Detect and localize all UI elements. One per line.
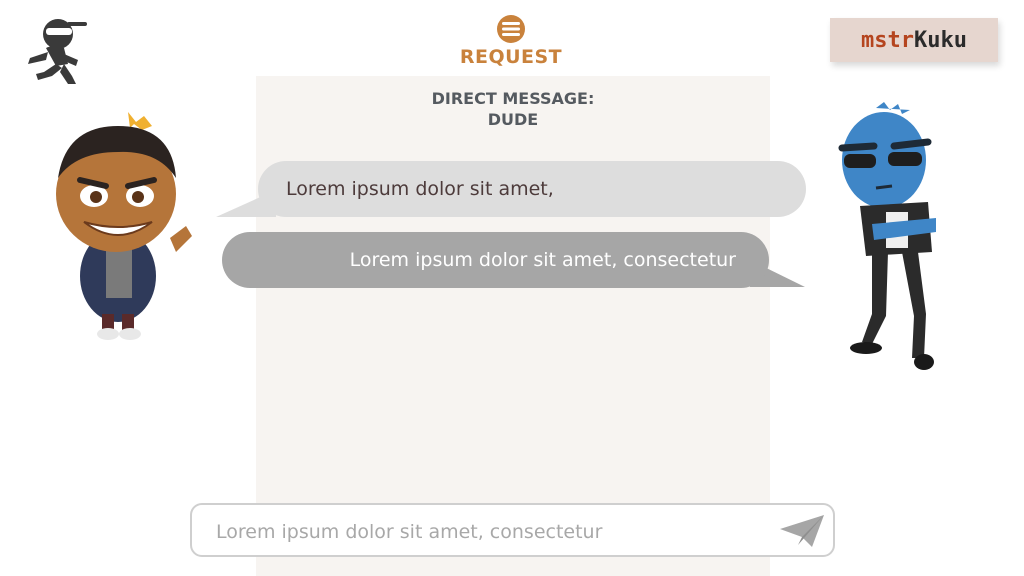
message-compose-bar <box>190 503 835 557</box>
brand-logo-part1: mstr <box>861 27 914 53</box>
header-title-group: REQUEST <box>456 14 566 68</box>
conversation-title: DIRECT MESSAGE: DUDE <box>256 88 770 130</box>
paper-plane-icon[interactable] <box>778 513 826 549</box>
avatar-right-character <box>838 102 936 370</box>
running-ninja-icon[interactable] <box>16 14 90 86</box>
message-text: Lorem ipsum dolor sit amet, consectetur <box>349 249 736 271</box>
message-panel <box>256 76 770 576</box>
message-text: Lorem ipsum dolor sit amet, <box>286 178 554 200</box>
message-input[interactable] <box>214 515 758 549</box>
conversation-title-line1: DIRECT MESSAGE: <box>431 89 595 108</box>
message-bubble-incoming: Lorem ipsum dolor sit amet, <box>258 161 806 217</box>
brand-logo[interactable]: mstr Kuku <box>830 18 998 62</box>
page-title: REQUEST <box>459 46 563 68</box>
hamburger-circle-icon[interactable] <box>496 14 526 44</box>
avatar-left-character <box>56 112 192 340</box>
message-bubble-outgoing: Lorem ipsum dolor sit amet, consectetur <box>222 232 769 288</box>
conversation-contact-name: DUDE <box>487 110 539 129</box>
brand-logo-part2: Kuku <box>914 27 967 53</box>
